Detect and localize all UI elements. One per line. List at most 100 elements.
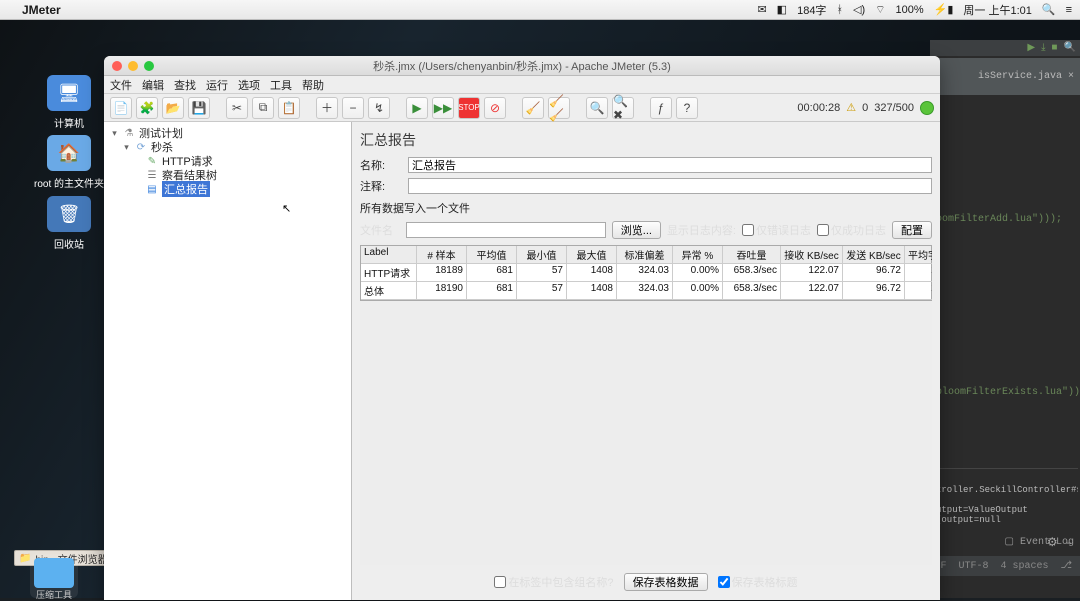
shutdown-button[interactable]: ⊘ bbox=[484, 97, 506, 119]
name-input[interactable] bbox=[408, 157, 932, 173]
th-max[interactable]: 最大值 bbox=[567, 246, 617, 264]
th-error[interactable]: 异常 % bbox=[673, 246, 723, 264]
warning-icon[interactable]: ⚠ bbox=[846, 101, 856, 114]
minimize-icon[interactable] bbox=[128, 61, 138, 71]
warning-count: 0 bbox=[862, 102, 868, 114]
help-button[interactable]: ? bbox=[676, 97, 698, 119]
only-success-checkbox[interactable]: 仅成功日志 bbox=[817, 222, 886, 238]
menu-file[interactable]: 文件 bbox=[110, 77, 132, 93]
th-recv[interactable]: 接收 KB/sec bbox=[781, 246, 843, 264]
filename-input[interactable] bbox=[406, 222, 606, 238]
browse-button[interactable]: 浏览... bbox=[612, 221, 661, 239]
comment-input[interactable] bbox=[408, 178, 932, 194]
function-helper-button[interactable]: ƒ bbox=[650, 97, 672, 119]
run-icon[interactable]: ▶ bbox=[1027, 42, 1035, 54]
bluetooth-icon[interactable]: ᚼ bbox=[836, 4, 843, 16]
th-samples[interactable]: # 样本 bbox=[417, 246, 467, 264]
menu-run[interactable]: 运行 bbox=[206, 77, 228, 93]
th-sent[interactable]: 发送 KB/sec bbox=[843, 246, 905, 264]
control-center-icon[interactable]: ≡ bbox=[1066, 4, 1072, 16]
copy-button[interactable]: ⧉ bbox=[252, 97, 274, 119]
open-button[interactable]: 📂 bbox=[162, 97, 184, 119]
desktop-icon-computer[interactable]: 🖥 计算机 bbox=[34, 75, 104, 130]
cell-through: 658.3/sec bbox=[723, 282, 781, 300]
include-group-checkbox[interactable]: 在标签中包含组名称? bbox=[494, 574, 613, 590]
jmeter-titlebar: 秒杀.jmx (/Users/chenyanbin/秒杀.jmx) - Apac… bbox=[104, 56, 940, 76]
th-avg[interactable]: 平均值 bbox=[467, 246, 517, 264]
debug-icon[interactable]: ⤓ bbox=[1041, 42, 1045, 54]
cursor-icon: ↖ bbox=[282, 202, 291, 215]
close-icon[interactable] bbox=[112, 61, 122, 71]
start-button[interactable]: ▶ bbox=[406, 97, 428, 119]
remove-button[interactable]: − bbox=[342, 97, 364, 119]
code-line-2: bloomFilterExists.lua"))); bbox=[936, 387, 1076, 398]
input-method-status[interactable]: 184字 bbox=[797, 2, 826, 18]
expand-handle-icon[interactable]: ▾ bbox=[122, 142, 131, 153]
menu-help[interactable]: 帮助 bbox=[302, 77, 324, 93]
only-error-checkbox[interactable]: 仅错误日志 bbox=[742, 222, 811, 238]
reset-search-button[interactable]: 🔍✖ bbox=[612, 97, 634, 119]
menu-search[interactable]: 查找 bbox=[174, 77, 196, 93]
tree-node-http[interactable]: ✎ HTTP请求 bbox=[106, 154, 349, 168]
cell-min: 57 bbox=[517, 282, 567, 300]
clock[interactable]: 周一 上午1:01 bbox=[963, 2, 1031, 18]
jmeter-menubar: 文件 编辑 查找 运行 选项 工具 帮助 bbox=[104, 76, 940, 94]
stop-icon[interactable]: ■ bbox=[1052, 43, 1058, 54]
th-label[interactable]: Label bbox=[361, 246, 417, 264]
save-table-button[interactable]: 保存表格数据 bbox=[624, 573, 708, 591]
paste-button[interactable]: 📋 bbox=[278, 97, 300, 119]
macos-menubar: JMeter ✉ ◧ 184字 ᚼ ◁) ⌔ 100% ⚡▮ 周一 上午1:01… bbox=[0, 0, 1080, 20]
dock-app-icon[interactable] bbox=[34, 558, 74, 588]
tree-node-summary[interactable]: ▤ 汇总报告 bbox=[106, 182, 349, 196]
volume-icon[interactable]: ◁) bbox=[853, 3, 865, 16]
filename-label: 文件名 bbox=[360, 222, 400, 238]
menu-tools[interactable]: 工具 bbox=[270, 77, 292, 93]
expand-handle-icon[interactable]: ▾ bbox=[110, 128, 119, 139]
event-log-tab[interactable]: ▢ Event Log bbox=[1005, 536, 1074, 548]
cell-stddev: 324.03 bbox=[617, 264, 673, 282]
templates-button[interactable]: 🧩 bbox=[136, 97, 158, 119]
thread-counter: 327/500 bbox=[874, 102, 914, 114]
intellij-statusbar: 4712:1 LF UTF-8 4 spaces ⎇ bbox=[930, 556, 1080, 576]
new-button[interactable]: 📄 bbox=[110, 97, 132, 119]
zoom-icon[interactable] bbox=[144, 61, 154, 71]
add-button[interactable]: ＋ bbox=[316, 97, 338, 119]
wifi-icon[interactable]: ⌔ bbox=[875, 3, 885, 17]
panel-heading: 汇总报告 bbox=[360, 130, 932, 152]
table-row[interactable]: 总体 18190 681 57 1408 324.03 0.00% 658.3/… bbox=[361, 282, 931, 300]
th-stddev[interactable]: 标准偏差 bbox=[617, 246, 673, 264]
intellij-editor: ▶ ⤓ ■ 🔍 isService.java × oomFilterAdd.lu… bbox=[930, 40, 1080, 598]
configure-button[interactable]: 配置 bbox=[892, 221, 932, 239]
cell-sent: 96.72 bbox=[843, 264, 905, 282]
clear-button[interactable]: 🧹 bbox=[522, 97, 544, 119]
battery-percent[interactable]: 100% bbox=[896, 4, 924, 16]
intellij-tab[interactable]: isService.java × bbox=[934, 58, 1080, 95]
menubar-app-name[interactable]: JMeter bbox=[22, 3, 61, 17]
menu-options[interactable]: 选项 bbox=[238, 77, 260, 93]
th-through[interactable]: 吞吐量 bbox=[723, 246, 781, 264]
stop-button[interactable]: STOP bbox=[458, 97, 480, 119]
search-button[interactable]: 🔍 bbox=[586, 97, 608, 119]
tree-node-testplan[interactable]: ▾ ⚗ 测试计划 bbox=[106, 126, 349, 140]
battery-icon[interactable]: ⚡▮ bbox=[934, 3, 954, 16]
th-avgb[interactable]: 平均字节数 bbox=[905, 246, 932, 264]
desktop-icon-home[interactable]: 🏠 root 的主文件夹 bbox=[34, 135, 104, 190]
tree-node-threadgroup[interactable]: ▾ ⟳ 秒杀 bbox=[106, 140, 349, 154]
toggle-button[interactable]: ↯ bbox=[368, 97, 390, 119]
table-header: Label # 样本 平均值 最小值 最大值 标准偏差 异常 % 吞吐量 接收 … bbox=[361, 246, 931, 264]
desktop-icon-trash[interactable]: 🗑 回收站 bbox=[34, 196, 104, 251]
th-min[interactable]: 最小值 bbox=[517, 246, 567, 264]
menu-edit[interactable]: 编辑 bbox=[142, 77, 164, 93]
tree-node-view-results[interactable]: ☰ 察看结果树 bbox=[106, 168, 349, 182]
cut-button[interactable]: ✂ bbox=[226, 97, 248, 119]
clear-all-button[interactable]: 🧹🧹 bbox=[548, 97, 570, 119]
cell-through: 658.3/sec bbox=[723, 264, 781, 282]
save-header-checkbox[interactable]: 保存表格标题 bbox=[718, 574, 798, 590]
table-row[interactable]: HTTP请求 18189 681 57 1408 324.03 0.00% 65… bbox=[361, 264, 931, 282]
start-no-timers-button[interactable]: ▶▶ bbox=[432, 97, 454, 119]
save-button[interactable]: 💾 bbox=[188, 97, 210, 119]
spotlight-icon[interactable]: 🔍 bbox=[1042, 3, 1056, 16]
dingtalk-icon[interactable]: ◧ bbox=[777, 3, 787, 16]
search-icon[interactable]: 🔍 bbox=[1064, 42, 1076, 54]
wechat-icon[interactable]: ✉ bbox=[757, 3, 766, 16]
